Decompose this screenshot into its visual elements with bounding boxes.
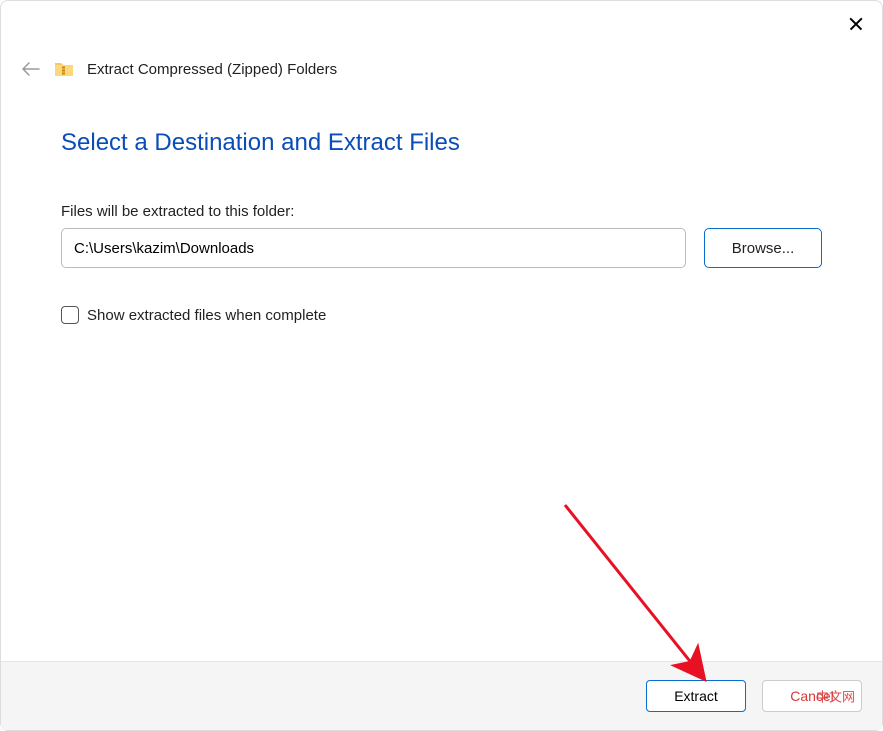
wizard-footer: Extract Cancel 中文网 bbox=[1, 661, 882, 730]
extract-wizard-window: Extract Compressed (Zipped) Folders Sele… bbox=[0, 0, 883, 731]
browse-button[interactable]: Browse... bbox=[704, 228, 822, 268]
back-arrow-icon[interactable] bbox=[21, 59, 41, 79]
show-files-checkbox-label: Show extracted files when complete bbox=[87, 307, 326, 324]
wizard-header: Extract Compressed (Zipped) Folders bbox=[1, 1, 882, 79]
wizard-title: Extract Compressed (Zipped) Folders bbox=[87, 61, 337, 78]
zipped-folder-icon bbox=[55, 61, 73, 77]
cancel-button[interactable]: Cancel 中文网 bbox=[762, 680, 862, 712]
watermark-text: 中文网 bbox=[816, 687, 855, 706]
show-files-checkbox-row: Show extracted files when complete bbox=[61, 306, 822, 324]
show-files-checkbox[interactable] bbox=[61, 306, 79, 324]
extract-button[interactable]: Extract bbox=[646, 680, 746, 712]
destination-path-input[interactable] bbox=[61, 228, 686, 268]
close-icon[interactable] bbox=[848, 15, 864, 31]
page-heading: Select a Destination and Extract Files bbox=[61, 129, 822, 157]
path-row: Browse... bbox=[61, 228, 822, 268]
wizard-content: Select a Destination and Extract Files F… bbox=[1, 79, 882, 661]
path-label: Files will be extracted to this folder: bbox=[61, 203, 822, 220]
